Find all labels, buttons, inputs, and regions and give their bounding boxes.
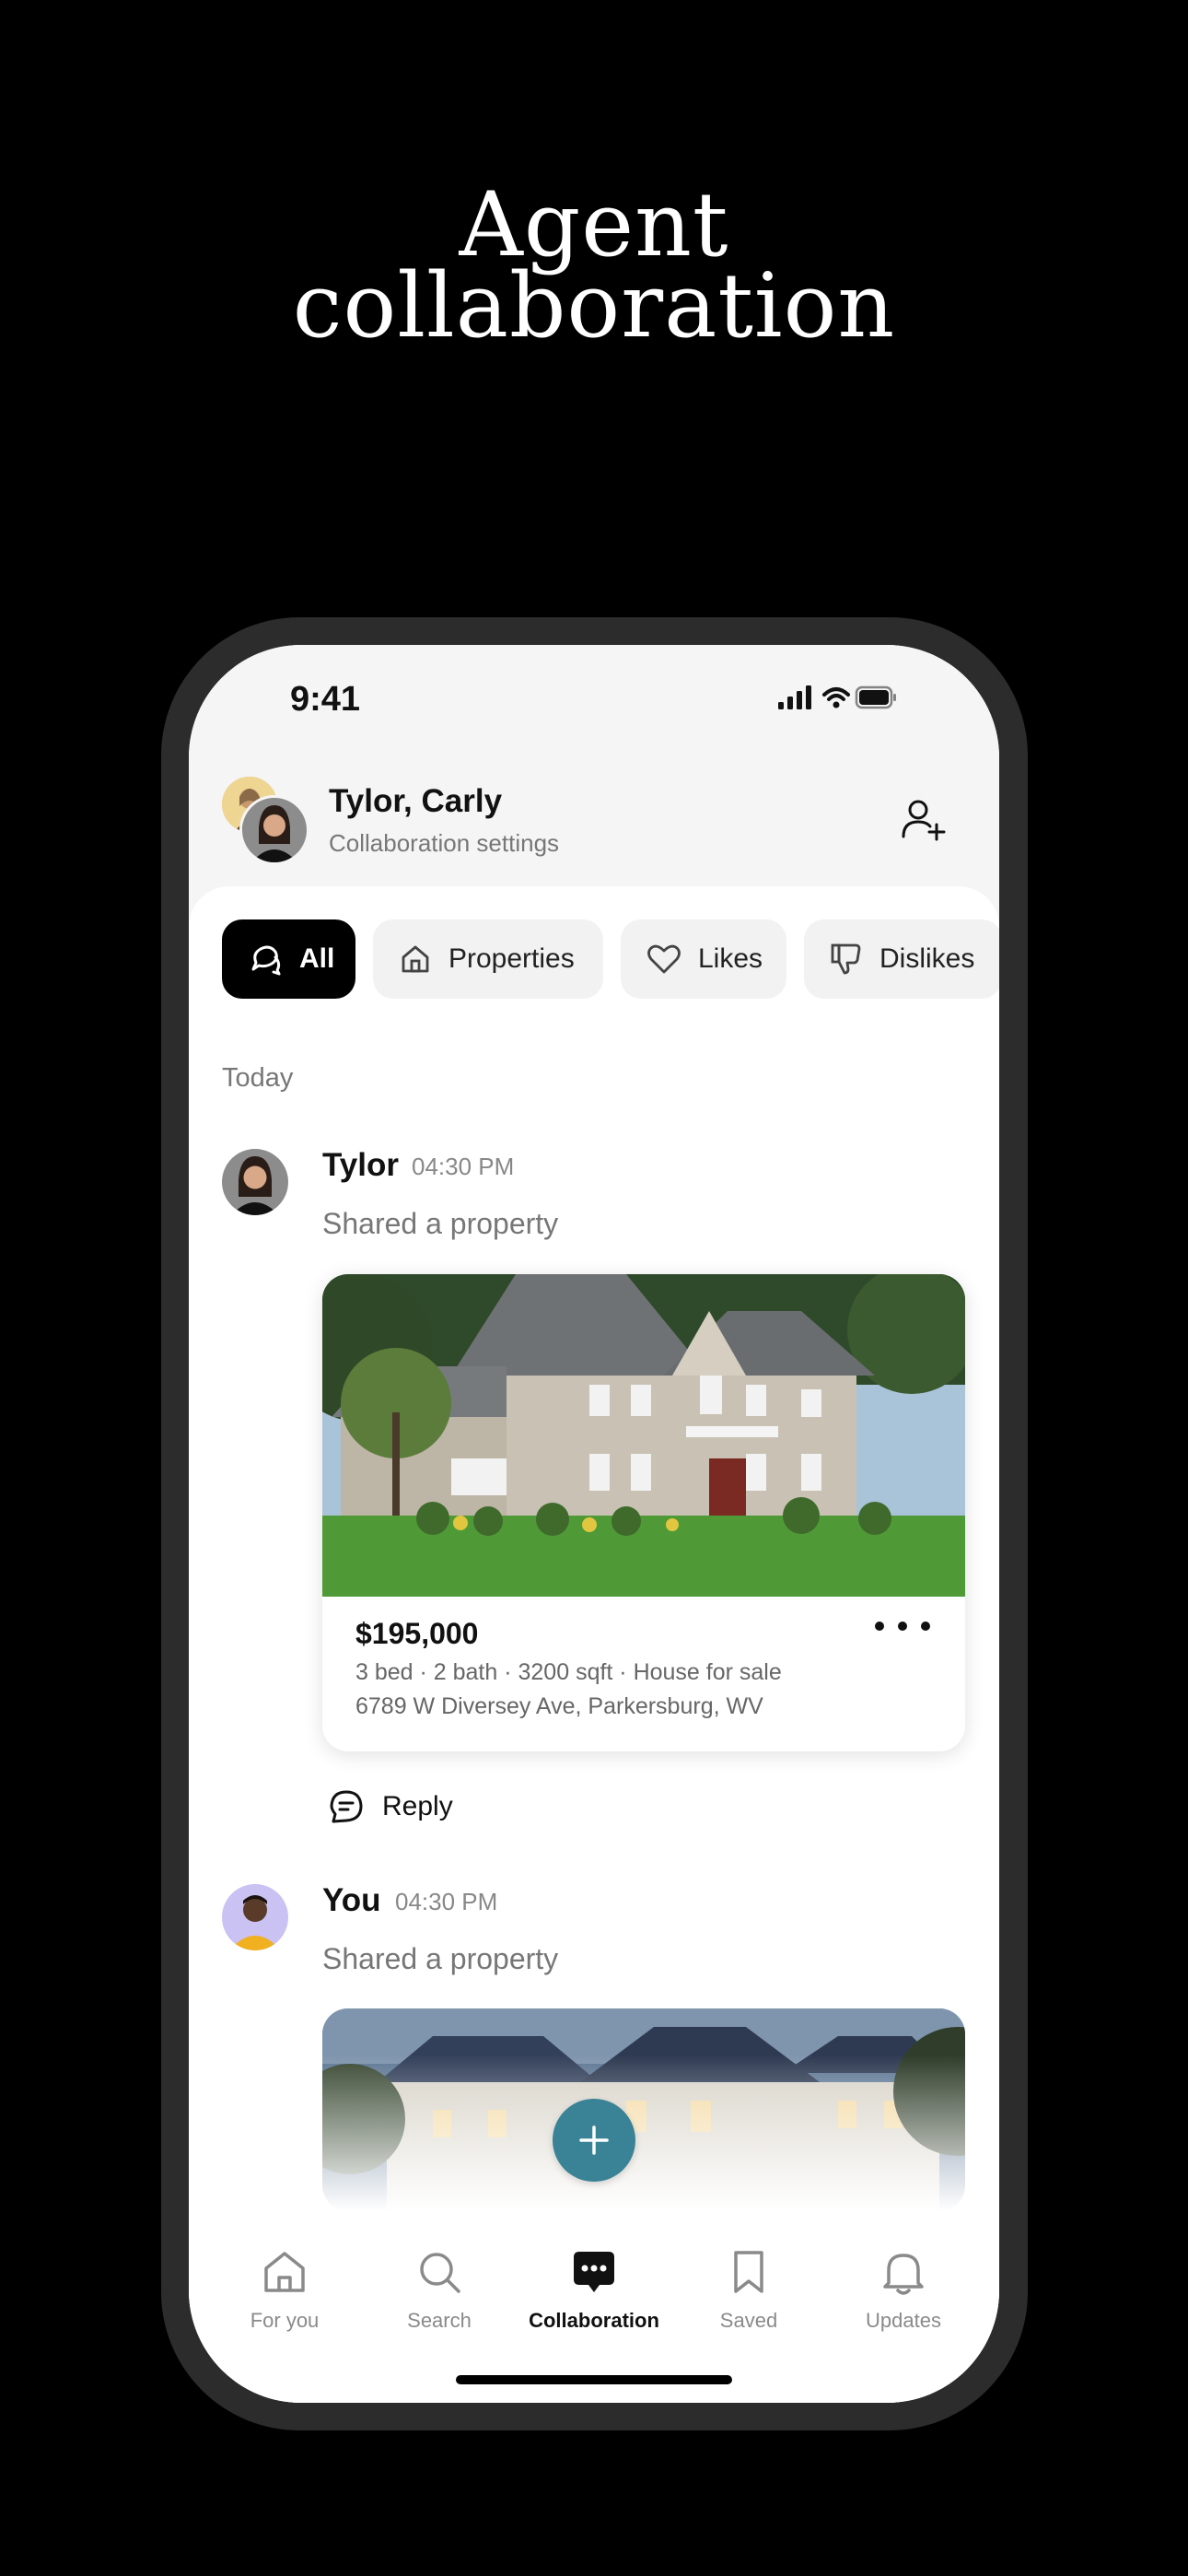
reply-bubble-icon <box>330 1790 363 1823</box>
tab-saved[interactable]: Saved <box>668 2248 830 2359</box>
tab-for-you[interactable]: For you <box>204 2248 366 2359</box>
bell-icon <box>883 2254 924 2295</box>
section-label-today: Today <box>222 1063 294 1093</box>
more-dot-icon <box>875 1622 884 1631</box>
filter-chip-label: Properties <box>448 943 575 974</box>
more-dot-icon <box>898 1622 907 1631</box>
message-action: Shared a property <box>322 1207 559 1240</box>
message-time: 04:30 PM <box>412 1153 515 1180</box>
chat-bubbles-icon <box>251 945 281 976</box>
property-photo <box>322 1274 965 1597</box>
tab-collaboration[interactable]: Collaboration <box>513 2248 675 2359</box>
tab-label: Search <box>407 2309 472 2332</box>
promo-title: Agent collaboration <box>0 173 1188 357</box>
promo-title-line-2: collaboration <box>292 254 896 357</box>
home-icon <box>264 2252 305 2292</box>
phone-screen: 9:41 Tylor, Carly Collaboration settings… <box>189 645 999 2403</box>
add-user-icon <box>902 800 946 841</box>
conversation-name: Tylor, Carly <box>329 783 503 819</box>
status-icons <box>778 682 898 718</box>
message-author: Tylor <box>322 1147 399 1183</box>
more-options-button[interactable] <box>875 1608 930 1645</box>
reply-button[interactable]: Reply <box>327 1787 453 1826</box>
filter-chip-label: Likes <box>698 943 763 974</box>
plus-icon <box>579 2125 609 2155</box>
tab-label: Updates <box>866 2309 941 2332</box>
property-address: 6789 W Diversey Ave, Parkersburg, WV <box>355 1693 763 1719</box>
tab-search[interactable]: Search <box>358 2248 520 2359</box>
bookmark-icon <box>734 2251 763 2293</box>
property-card[interactable]: $195,000 3 bed · 2 bath · 3200 sqft · Ho… <box>322 1274 965 1751</box>
message-time: 04:30 PM <box>395 1888 498 1915</box>
promo-title-line-1: Agent <box>459 173 729 276</box>
tab-updates[interactable]: Updates <box>822 2248 984 2359</box>
signal-wifi-battery-icon <box>778 685 896 709</box>
filter-chip-properties[interactable]: Properties <box>373 919 603 999</box>
tylor-avatar <box>239 795 309 865</box>
chat-icon <box>574 2252 614 2292</box>
property-details: 3 bed · 2 bath · 3200 sqft · House for s… <box>355 1659 782 1685</box>
you-message-avatar <box>222 1884 288 1950</box>
thumbs-down-icon <box>831 943 861 975</box>
new-post-button[interactable] <box>553 2099 635 2182</box>
filter-chip-label: Dislikes <box>879 943 975 974</box>
tab-label: For you <box>250 2309 320 2332</box>
tab-label: Saved <box>719 2309 778 2332</box>
property-price: $195,000 <box>355 1617 479 1650</box>
home-icon <box>402 945 429 973</box>
collaboration-settings-link[interactable]: Collaboration settings <box>329 829 559 858</box>
tylor-message-avatar <box>222 1149 288 1215</box>
message-action: Shared a property <box>322 1942 559 1975</box>
filter-chip-all[interactable]: All <box>222 919 355 999</box>
status-time: 9:41 <box>290 680 361 719</box>
message-author: You <box>322 1882 381 1918</box>
tab-label: Collaboration <box>529 2309 659 2332</box>
reply-label: Reply <box>382 1791 453 1821</box>
heart-icon <box>647 944 681 974</box>
search-icon <box>420 2253 460 2293</box>
filter-chip-likes[interactable]: Likes <box>621 919 786 999</box>
more-dot-icon <box>921 1622 930 1631</box>
add-user-button[interactable] <box>898 794 949 850</box>
filter-chip-dislikes[interactable]: Dislikes <box>804 919 999 999</box>
home-indicator[interactable] <box>456 2375 732 2384</box>
filter-chip-label: All <box>299 943 335 974</box>
